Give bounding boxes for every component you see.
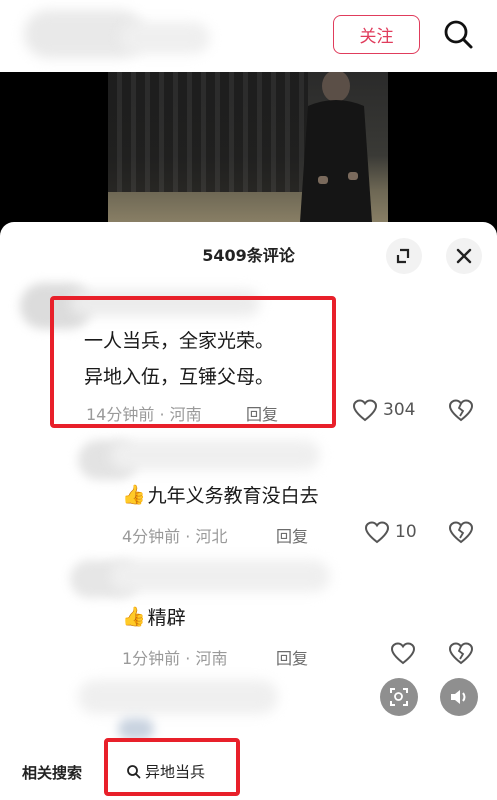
scan-icon — [390, 688, 408, 706]
dislike-broken-heart-icon[interactable] — [448, 641, 474, 667]
like-icon[interactable] — [364, 520, 390, 546]
close-icon — [456, 248, 472, 264]
reply-button[interactable]: 回复 — [276, 523, 308, 547]
blurred-username — [78, 680, 278, 714]
video-person-image — [300, 72, 372, 222]
screenshot-search-button[interactable] — [380, 678, 418, 716]
video-player[interactable] — [0, 72, 497, 224]
thumbs-up-emoji-icon: 👍 — [122, 606, 146, 628]
like-count: 304 — [383, 400, 416, 420]
close-button[interactable] — [446, 238, 482, 274]
comment-text: 九年义务教育没白去 — [147, 485, 319, 507]
avatar[interactable] — [118, 718, 154, 740]
comment-meta: 4分钟前 · 河北 — [122, 527, 228, 546]
comment-text: 精辟 — [147, 607, 186, 629]
video-crowd-image — [108, 72, 308, 192]
red-highlight-annotation — [50, 296, 336, 428]
comment-meta: 1分钟前 · 河南 — [122, 649, 228, 668]
speaker-icon — [451, 690, 466, 704]
dislike-broken-heart-icon[interactable] — [448, 520, 474, 546]
dislike-broken-heart-icon[interactable] — [448, 398, 474, 424]
thumbs-up-emoji-icon: 👍 — [122, 484, 146, 506]
like-icon[interactable] — [352, 398, 378, 424]
blurred-username — [110, 560, 330, 592]
search-icon — [444, 20, 473, 49]
follow-button[interactable]: 关注 — [333, 15, 420, 54]
expand-button[interactable] — [386, 238, 422, 274]
blurred-username — [110, 440, 320, 470]
reply-button[interactable]: 回复 — [276, 645, 308, 669]
red-highlight-annotation — [104, 738, 240, 796]
reply-comment: 👍 精辟 — [122, 603, 186, 630]
like-icon[interactable] — [390, 641, 416, 667]
expand-icon — [396, 248, 410, 264]
blurred-username-tail — [120, 22, 210, 54]
sound-button[interactable] — [440, 678, 478, 716]
top-header: 关注 — [0, 0, 497, 72]
reply-comment: 👍 九年义务教育没白去 — [122, 481, 319, 508]
comments-count-title: 5409条评论 — [202, 246, 295, 265]
related-search-label: 相关搜索 — [22, 764, 83, 782]
related-search-bar: 相关搜索 异地当兵 — [0, 740, 497, 800]
search-button[interactable] — [440, 16, 478, 54]
video-frame — [108, 72, 388, 224]
like-count: 10 — [395, 522, 417, 542]
